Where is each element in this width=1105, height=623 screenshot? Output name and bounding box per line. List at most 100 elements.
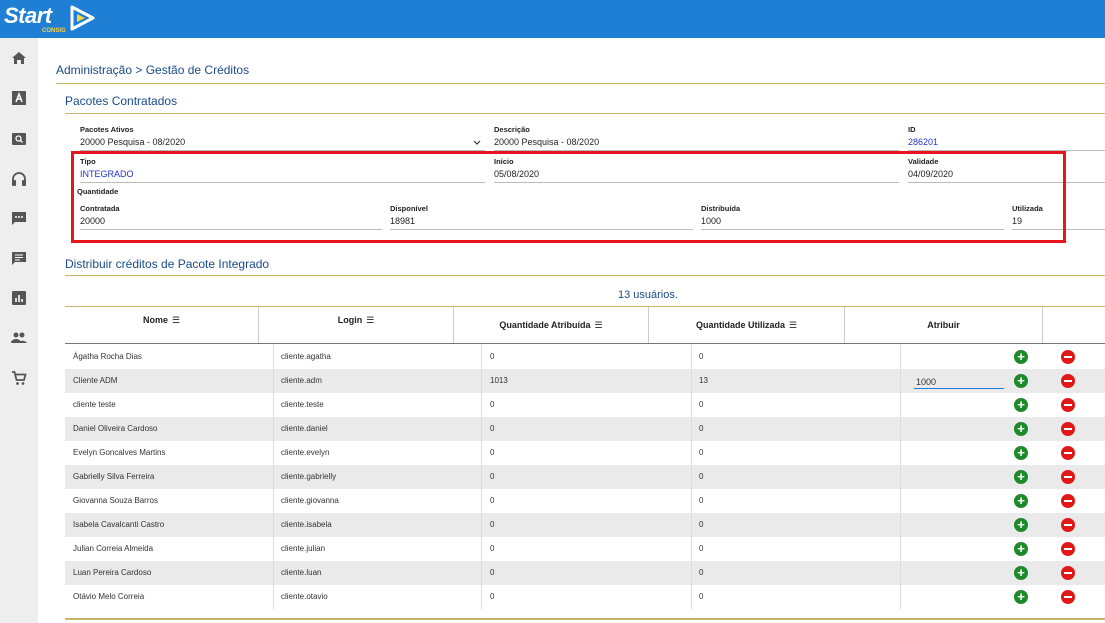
remove-credit-icon[interactable] [1061,422,1075,436]
field-value[interactable]: 20000 Pesquisa - 08/2020 [80,137,485,151]
add-credit-icon[interactable]: + [1014,518,1028,532]
add-credit-icon[interactable]: + [1014,494,1028,508]
sort-icon[interactable]: ☰ [366,315,374,326]
table-row: Giovanna Souza Barros cliente.giovanna 0 0 + [65,489,1105,513]
cell-qtd-atribuida: 0 [490,520,495,529]
chat-icon[interactable] [9,208,29,228]
section-title-distribuir: Distribuir créditos de Pacote Integrado [65,257,270,271]
remove-credit-icon[interactable] [1061,470,1075,484]
add-credit-icon[interactable]: + [1014,542,1028,556]
chart-icon[interactable] [9,288,29,308]
column-divider [900,345,901,369]
remove-credit-icon[interactable] [1061,446,1075,460]
divider [56,83,1105,84]
sort-icon[interactable]: ☰ [789,320,797,331]
cell-login: cliente.adm [281,376,322,385]
add-credit-icon[interactable]: + [1014,566,1028,580]
pacotes-ativos-select[interactable]: Pacotes Ativos 20000 Pesquisa - 08/2020 [80,125,485,151]
column-header-login[interactable]: Login ☰ [259,307,454,343]
descricao-field[interactable]: Descrição 20000 Pesquisa - 08/2020 [494,125,899,151]
remove-credit-icon[interactable] [1061,374,1075,388]
column-divider [273,417,274,441]
cell-qtd-utilizada: 0 [699,448,704,457]
cell-qtd-atribuida: 0 [490,424,495,433]
cell-qtd-utilizada: 0 [699,592,704,601]
remove-credit-icon[interactable] [1061,542,1075,556]
table-row: Luan Pereira Cardoso cliente.luan 0 0 + [65,561,1105,585]
column-header-nome[interactable]: Nome ☰ [65,307,259,343]
table-row: Evelyn Goncalves Martins cliente.evelyn 0 0… [65,441,1105,465]
logo[interactable]: Start CONSIG [4,2,95,36]
table-row: Julian Correia Almeida cliente.julian 0 0 + [65,537,1105,561]
field-label: Pacotes Ativos [80,125,134,134]
cell-qtd-utilizada: 0 [699,472,704,481]
table-row: cliente teste cliente.teste 0 0 + [65,393,1105,417]
column-header-atribuir: Atribuir [845,307,1043,343]
headset-icon[interactable] [9,169,29,189]
column-header-qtd-atribuida[interactable]: Quantidade Atribuída ☰ [454,307,649,343]
cell-qtd-atribuida: 0 [490,472,495,481]
add-credit-icon[interactable]: + [1014,374,1028,388]
field-label: ID [908,125,916,134]
message-icon[interactable] [9,248,29,268]
cell-qtd-utilizada: 0 [699,400,704,409]
table-header: Nome ☰ Login ☰ Quantidade Atribuída ☰ Quant… [65,306,1105,344]
remove-credit-icon[interactable] [1061,518,1075,532]
column-divider [691,393,692,417]
sidebar [0,38,38,623]
cart-icon[interactable] [9,368,29,388]
cell-nome: Evelyn Goncalves Martins [73,448,166,457]
home-icon[interactable] [9,48,29,68]
remove-credit-icon[interactable] [1061,566,1075,580]
cell-qtd-utilizada: 0 [699,544,704,553]
column-divider [273,393,274,417]
add-credit-icon[interactable]: + [1014,398,1028,412]
column-divider [900,417,901,441]
atribuir-input[interactable]: 1000 [914,373,1004,389]
remove-credit-icon[interactable] [1061,590,1075,604]
logo-subtext: CONSIG [42,28,66,34]
column-divider [481,369,482,393]
add-credit-icon[interactable]: + [1014,446,1028,460]
add-credit-icon[interactable]: + [1014,470,1028,484]
top-bar: Start CONSIG [0,0,1105,38]
field-label: Descrição [494,125,530,134]
column-divider [481,561,482,585]
cell-qtd-atribuida: 1013 [490,376,508,385]
cell-login: cliente.julian [281,544,326,553]
remove-credit-icon[interactable] [1061,494,1075,508]
sort-icon[interactable]: ☰ [172,315,180,326]
column-divider [691,417,692,441]
column-divider [273,537,274,561]
add-credit-icon[interactable]: + [1014,422,1028,436]
id-field[interactable]: ID 286201 [908,125,1105,151]
remove-credit-icon[interactable] [1061,398,1075,412]
column-divider [273,441,274,465]
cell-qtd-atribuida: 0 [490,592,495,601]
chevron-down-icon[interactable] [473,140,481,146]
column-divider [273,369,274,393]
cell-nome: Gabrielly Silva Ferreira [73,472,155,481]
table-row: Cliente ADM cliente.adm 1013 13 1000 + [65,369,1105,393]
cell-login: cliente.evelyn [281,448,330,457]
section-title-pacotes: Pacotes Contratados [65,94,178,108]
cell-login: cliente.luan [281,568,322,577]
breadcrumb[interactable]: Administração > Gestão de Créditos [56,63,249,77]
users-count: 13 usuários. [618,289,678,301]
column-divider [481,537,482,561]
people-icon[interactable] [9,328,29,348]
column-header-qtd-utilizada[interactable]: Quantidade Utilizada ☰ [649,307,845,343]
column-divider [481,345,482,369]
remove-credit-icon[interactable] [1061,350,1075,364]
table-body: Ágatha Rocha Dias cliente.agatha 0 0 + Client… [65,345,1105,609]
sort-icon[interactable]: ☰ [595,320,603,331]
font-icon[interactable] [9,88,29,108]
add-credit-icon[interactable]: + [1014,590,1028,604]
cell-nome: Luan Pereira Cardoso [73,568,152,577]
add-credit-icon[interactable]: + [1014,350,1028,364]
table-row: Ágatha Rocha Dias cliente.agatha 0 0 + [65,345,1105,369]
column-divider [900,369,901,393]
cell-login: cliente.giovanna [281,496,339,505]
cell-qtd-utilizada: 0 [699,352,704,361]
search-icon[interactable] [9,129,29,149]
